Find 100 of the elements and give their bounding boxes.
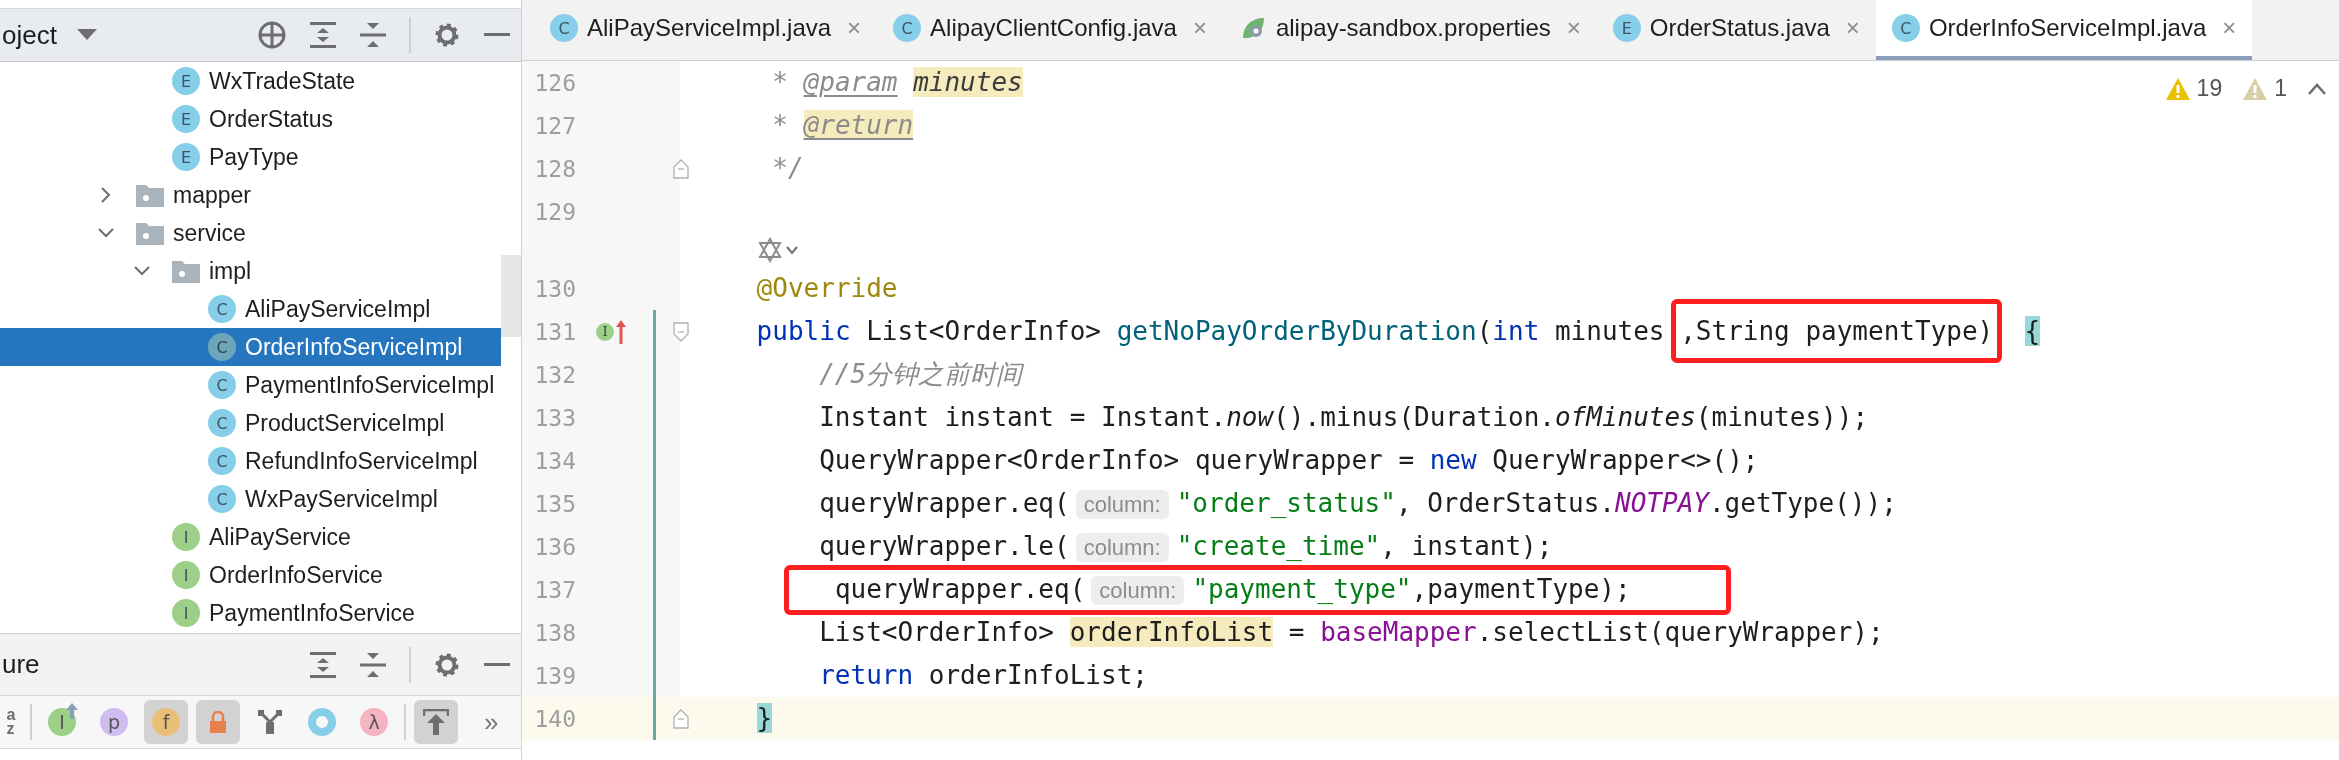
collapse-all-icon[interactable] bbox=[359, 21, 387, 49]
tree-item-label: AliPayServiceImpl bbox=[245, 295, 431, 323]
warning-icon[interactable] bbox=[2164, 76, 2191, 101]
tree-item[interactable]: E WxTradeState bbox=[0, 62, 501, 100]
code-text: return orderInfoList; bbox=[819, 660, 1148, 690]
tree-item[interactable]: I OrderInfoService bbox=[0, 556, 501, 594]
toggle-button[interactable] bbox=[196, 700, 240, 744]
tree-item[interactable]: E OrderStatus bbox=[0, 100, 501, 138]
implements-icon[interactable]: I bbox=[596, 322, 614, 341]
interface-icon: I bbox=[172, 523, 200, 551]
change-marker[interactable] bbox=[652, 439, 656, 482]
editor-tab[interactable]: alipay-sandbox.properties × bbox=[1222, 0, 1597, 60]
line-number: 126 bbox=[533, 69, 576, 96]
interface-icon: I bbox=[172, 599, 200, 627]
toggle-button[interactable] bbox=[414, 700, 458, 744]
tree-item[interactable]: I PaymentInfoService bbox=[0, 594, 501, 632]
code-text: QueryWrapper<OrderInfo> queryWrapper = new QueryWrapper<>(); bbox=[819, 445, 1759, 475]
code-text: Instant instant = Instant.now().minus(Duration.ofMinutes(minutes)); bbox=[819, 402, 1869, 432]
up-arrow-icon[interactable] bbox=[616, 319, 626, 344]
panel-title[interactable]: ure bbox=[2, 649, 40, 680]
change-marker[interactable] bbox=[652, 353, 656, 396]
fold-marker-icon[interactable] bbox=[672, 158, 689, 179]
class-icon: C bbox=[893, 14, 922, 42]
enum-icon: E bbox=[172, 67, 200, 95]
fold-marker-icon[interactable] bbox=[672, 708, 689, 729]
toggle-button[interactable]: p bbox=[92, 700, 136, 744]
editor-tab[interactable]: C AlipayClientConfig.java × bbox=[877, 0, 1223, 60]
editor-tab[interactable]: C OrderInfoServiceImpl.java × bbox=[1875, 0, 2253, 60]
tree-item[interactable]: service bbox=[0, 214, 501, 252]
tree-item-label: OrderStatus bbox=[209, 105, 333, 133]
code-text: { bbox=[2024, 316, 2041, 346]
code-text: queryWrapper.le( bbox=[819, 530, 1070, 561]
change-marker[interactable] bbox=[652, 611, 656, 654]
scrollbar-thumb[interactable] bbox=[501, 255, 521, 337]
tree-item[interactable]: C ProductServiceImpl bbox=[0, 404, 501, 442]
crosshair-icon[interactable] bbox=[257, 20, 287, 50]
code-text: ,String paymentType) bbox=[1680, 316, 1994, 346]
code-text: //5分钟之前时间 bbox=[819, 359, 1023, 389]
fork-icon bbox=[258, 710, 282, 734]
caret-icon[interactable] bbox=[76, 29, 97, 41]
tree-item-label: PayType bbox=[209, 143, 299, 171]
expand-all-icon[interactable] bbox=[309, 650, 337, 679]
line-number: 136 bbox=[533, 533, 576, 560]
tree-item[interactable]: C AliPayServiceImpl bbox=[0, 290, 501, 328]
class-icon: C bbox=[208, 485, 236, 513]
line-number: 139 bbox=[533, 662, 576, 689]
tree-item-label: AliPayService bbox=[209, 523, 351, 551]
tree-item[interactable]: C WxPayServiceImpl bbox=[0, 480, 501, 518]
class-icon: C bbox=[208, 447, 236, 475]
chevron-down-icon[interactable] bbox=[785, 245, 799, 255]
line-number: 131 bbox=[533, 318, 576, 345]
toggle-button[interactable]: I bbox=[40, 700, 84, 744]
code-text: */ bbox=[771, 153, 804, 183]
tree-item-label: PaymentInfoService bbox=[209, 599, 415, 627]
code-text: public List<OrderInfo> getNoPayOrderByDuration(int minutes bbox=[756, 316, 1665, 346]
tree-item[interactable]: C PaymentInfoServiceImpl bbox=[0, 366, 501, 404]
warning-count: 19 bbox=[2196, 75, 2223, 102]
fold-marker-icon[interactable] bbox=[672, 321, 689, 342]
tree-item[interactable]: E PayType bbox=[0, 138, 501, 176]
change-marker[interactable] bbox=[652, 697, 656, 740]
class-icon: C bbox=[550, 14, 578, 42]
toggle-button[interactable]: f bbox=[144, 700, 188, 744]
change-marker[interactable] bbox=[652, 568, 656, 611]
change-marker[interactable] bbox=[652, 310, 656, 353]
code-text: } bbox=[756, 703, 773, 733]
class-icon: C bbox=[208, 333, 236, 361]
tree-item[interactable]: impl bbox=[0, 252, 501, 290]
collapse-all-icon[interactable] bbox=[359, 650, 387, 679]
tree-item-label: ProductServiceImpl bbox=[245, 409, 445, 437]
panel-title[interactable]: oject bbox=[2, 19, 57, 51]
class-icon: C bbox=[208, 409, 236, 437]
more-button[interactable]: » bbox=[484, 706, 499, 738]
upload-arrow-icon bbox=[423, 709, 449, 735]
ring-icon bbox=[308, 708, 336, 736]
line-number: 140 bbox=[533, 705, 576, 732]
code-text: "order_status", OrderStatus.NOTPAY.getType()); bbox=[1176, 487, 1897, 518]
editor-tab[interactable]: E OrderStatus.java × bbox=[1596, 0, 1876, 60]
line-number: 134 bbox=[533, 447, 576, 474]
change-marker[interactable] bbox=[652, 654, 656, 697]
tree-item-label: PaymentInfoServiceImpl bbox=[245, 371, 495, 399]
chevron-up-icon[interactable] bbox=[2307, 81, 2327, 96]
lock-icon bbox=[208, 711, 228, 733]
tree-item[interactable]: I AliPayService bbox=[0, 518, 501, 556]
tree-item[interactable]: C OrderInfoServiceImpl bbox=[0, 328, 501, 366]
settings-icon[interactable] bbox=[433, 21, 461, 49]
tree-item-label: service bbox=[173, 219, 246, 247]
enum-icon: E bbox=[172, 143, 200, 171]
change-marker[interactable] bbox=[652, 525, 656, 568]
change-marker[interactable] bbox=[652, 396, 656, 439]
toggle-button[interactable]: az bbox=[0, 700, 22, 744]
change-marker[interactable] bbox=[652, 482, 656, 525]
toggle-button[interactable]: λ bbox=[352, 700, 396, 744]
hexagram-icon[interactable] bbox=[757, 237, 783, 263]
tree-item[interactable]: C RefundInfoServiceImpl bbox=[0, 442, 501, 480]
editor-tab[interactable]: C AliPayServiceImpl.java × bbox=[534, 0, 878, 60]
code-text: "payment_type",paymentType); bbox=[1192, 573, 1631, 604]
parameter-hint: column: bbox=[1075, 489, 1169, 519]
line-number: 128 bbox=[533, 155, 576, 182]
expand-all-icon[interactable] bbox=[309, 21, 337, 49]
tree-item[interactable]: mapper bbox=[0, 176, 501, 214]
